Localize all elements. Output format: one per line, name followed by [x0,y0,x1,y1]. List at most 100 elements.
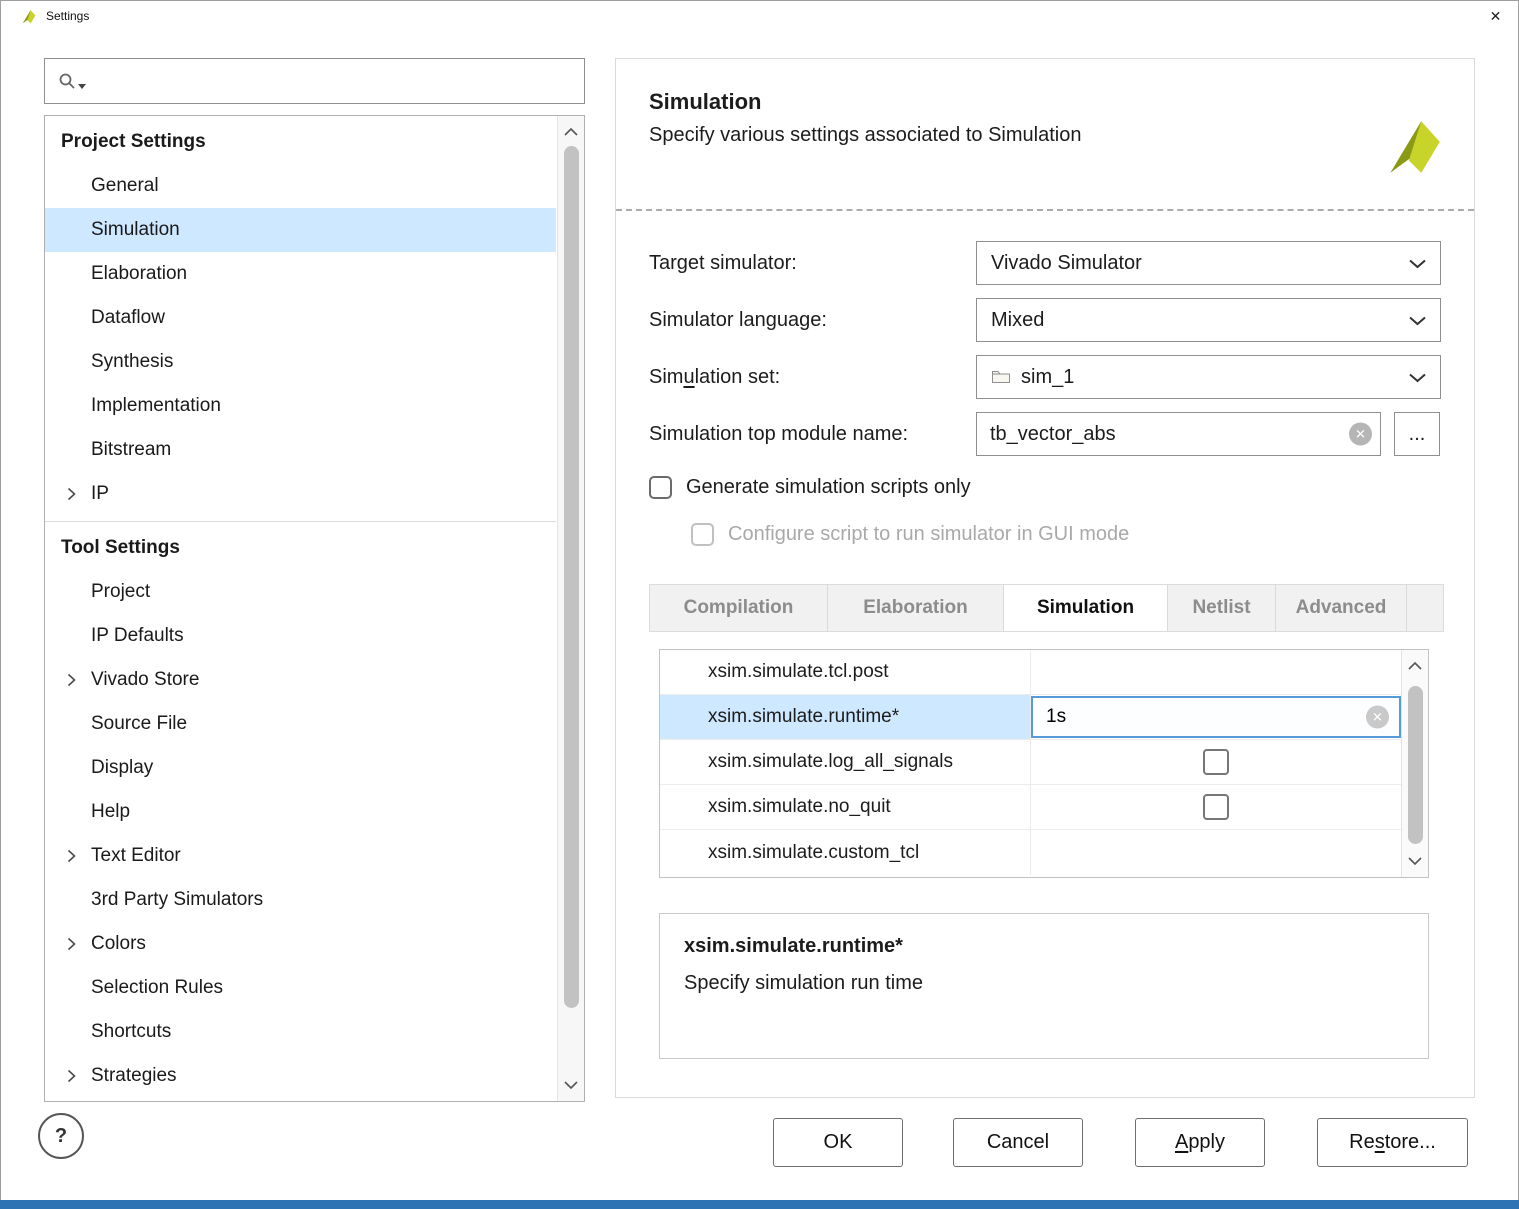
property-name[interactable]: xsim.simulate.custom_tcl [660,830,1031,875]
tab-elaboration[interactable]: Elaboration [827,585,1003,631]
item-label: Source File [91,713,187,735]
tab-netlist[interactable]: Netlist [1167,585,1275,631]
sidebar-item-vivado-store[interactable]: Vivado Store [45,658,556,702]
sidebar-item-source-file[interactable]: Source File [45,702,556,746]
generate-scripts-checkbox[interactable] [649,476,672,499]
sidebar-item-text-editor[interactable]: Text Editor [45,834,556,878]
sidebar-item-project[interactable]: Project [45,570,556,614]
scroll-down-icon[interactable] [558,1072,584,1098]
chevron-right-icon [67,1069,76,1083]
simulation-set-label: Simulation set: [649,366,976,389]
cancel-button[interactable]: Cancel [953,1118,1083,1167]
property-name[interactable]: xsim.simulate.runtime* [660,695,1031,739]
item-label: Help [91,801,130,823]
vivado-logo [1380,113,1446,179]
property-description-text: Specify simulation run time [684,972,1404,995]
simulation-set-dropdown[interactable]: sim_1 [976,355,1441,399]
item-label: Simulation [91,219,180,241]
ok-button[interactable]: OK [773,1118,903,1167]
gui-mode-row: Configure script to run simulator in GUI… [691,523,1474,546]
table-scrollbar[interactable] [1401,650,1428,877]
table-row[interactable]: xsim.simulate.custom_tcl [660,830,1401,875]
tree-section-project-settings: Project Settings [45,120,556,164]
table-row[interactable]: xsim.simulate.tcl.post [660,650,1401,695]
clear-icon[interactable]: ✕ [1349,423,1372,446]
browse-ellipsis-button[interactable]: ... [1394,412,1440,456]
property-value[interactable] [1031,650,1401,694]
table-row[interactable]: xsim.simulate.log_all_signals [660,740,1401,785]
sidebar-item-implementation[interactable]: Implementation [45,384,556,428]
scroll-up-icon[interactable] [1402,653,1428,679]
property-description-box: xsim.simulate.runtime* Specify simulatio… [659,913,1429,1059]
log-all-signals-checkbox[interactable] [1203,749,1229,775]
top-module-field-wrap: ✕ [976,412,1381,456]
no-quit-checkbox[interactable] [1203,794,1229,820]
property-name[interactable]: xsim.simulate.no_quit [660,785,1031,829]
item-label: IP Defaults [91,625,184,647]
help-button[interactable]: ? [38,1113,84,1159]
top-module-input[interactable] [976,412,1381,456]
apply-button[interactable]: Apply [1135,1118,1265,1167]
generate-scripts-row: Generate simulation scripts only [649,476,1474,499]
tab-simulation[interactable]: Simulation [1003,585,1167,631]
panel-header: Simulation Specify various settings asso… [616,89,1474,211]
tree-scrollbar[interactable] [557,116,584,1101]
window-bottom-edge [0,1200,1519,1209]
runtime-value-input[interactable] [1031,696,1401,738]
sidebar-item-3rd-party-simulators[interactable]: 3rd Party Simulators [45,878,556,922]
sidebar-item-bitstream[interactable]: Bitstream [45,428,556,472]
item-label: Strategies [91,1065,177,1087]
item-label: Implementation [91,395,221,417]
scroll-up-icon[interactable] [558,119,584,145]
sidebar-item-elaboration[interactable]: Elaboration [45,252,556,296]
gui-mode-label: Configure script to run simulator in GUI… [728,523,1129,546]
item-label: 3rd Party Simulators [91,889,263,911]
gui-mode-checkbox [691,523,714,546]
table-row[interactable]: xsim.simulate.runtime* ✕ [660,695,1401,740]
vivado-app-icon [20,8,37,25]
dropdown-value: Mixed [991,309,1044,332]
clear-icon[interactable]: ✕ [1366,706,1389,729]
item-label: General [91,175,159,197]
restore-button[interactable]: Restore... [1317,1118,1468,1167]
table-row[interactable]: xsim.simulate.no_quit [660,785,1401,830]
sidebar-item-shortcuts[interactable]: Shortcuts [45,1010,556,1054]
simulator-language-dropdown[interactable]: Mixed [976,298,1441,342]
sidebar-item-general[interactable]: General [45,164,556,208]
property-name[interactable]: xsim.simulate.log_all_signals [660,740,1031,784]
sidebar-item-strategies[interactable]: Strategies [45,1054,556,1098]
search-input[interactable] [96,59,584,103]
folder-icon [991,369,1011,385]
scroll-down-icon[interactable] [1402,848,1428,874]
search-icon[interactable] [58,72,86,90]
sidebar-item-ip[interactable]: IP [45,472,556,516]
sidebar-item-dataflow[interactable]: Dataflow [45,296,556,340]
scrollbar-thumb[interactable] [1408,686,1423,844]
sidebar-item-synthesis[interactable]: Synthesis [45,340,556,384]
chevron-down-icon [1409,309,1426,332]
sidebar-item-ip-defaults[interactable]: IP Defaults [45,614,556,658]
page-subtitle: Specify various settings associated to S… [649,124,1474,147]
tab-compilation[interactable]: Compilation [650,585,827,631]
settings-tree: Project Settings General Simulation Elab… [44,115,585,1102]
target-simulator-label: Target simulator: [649,252,976,275]
section-label: Tool Settings [61,537,180,559]
tab-advanced[interactable]: Advanced [1275,585,1406,631]
page-title: Simulation [649,89,1474,115]
property-table: xsim.simulate.tcl.post xsim.simulate.run… [659,649,1429,878]
target-simulator-dropdown[interactable]: Vivado Simulator [976,241,1441,285]
search-box [44,58,585,104]
item-label: Dataflow [91,307,165,329]
property-name[interactable]: xsim.simulate.tcl.post [660,650,1031,694]
sidebar-item-display[interactable]: Display [45,746,556,790]
sidebar-item-help[interactable]: Help [45,790,556,834]
sidebar-item-selection-rules[interactable]: Selection Rules [45,966,556,1010]
scrollbar-thumb[interactable] [564,146,579,1008]
property-value[interactable] [1031,830,1401,875]
close-button[interactable]: ✕ [1473,1,1518,31]
chevron-down-icon [1409,252,1426,275]
item-label: Bitstream [91,439,171,461]
sidebar-item-colors[interactable]: Colors [45,922,556,966]
item-label: Display [91,757,153,779]
sidebar-item-simulation[interactable]: Simulation [45,208,556,252]
